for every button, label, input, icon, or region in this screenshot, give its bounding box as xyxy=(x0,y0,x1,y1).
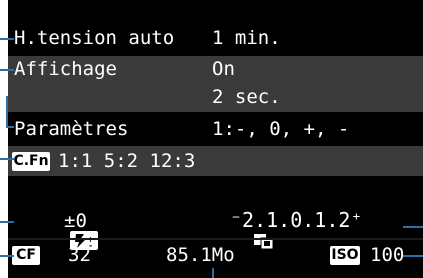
cfn-badge: C.Fn xyxy=(12,152,50,171)
display-label: Affichage xyxy=(14,58,117,80)
auto-power-off-label: H.tension auto xyxy=(14,27,175,49)
card-free-size: 85.1Mo xyxy=(166,244,235,266)
flash-comp-value: ±0 xyxy=(64,210,87,232)
iso-value: 100 xyxy=(370,244,405,266)
cf-card-badge: CF xyxy=(12,246,40,265)
aeb-icon xyxy=(194,212,274,250)
camera-lcd-screen: H.tension auto 1 min. Affichage On 2 sec… xyxy=(8,0,423,278)
leader-line-right-exposure xyxy=(403,226,423,228)
menu-row-display-time[interactable]: 2 sec. xyxy=(8,84,423,112)
status-row: CF 32 85.1Mo ISO 100 xyxy=(8,240,423,270)
leader-line-row7 xyxy=(0,255,14,257)
leader-line-row2 xyxy=(0,69,14,71)
leader-line-row1 xyxy=(0,38,14,40)
menu-row-display[interactable]: Affichage On xyxy=(8,56,423,84)
parameters-label: Paramètres xyxy=(14,118,129,140)
custom-functions-row[interactable]: C.Fn 1:1 5:2 12:3 xyxy=(8,146,423,176)
menu-row-auto-power-off[interactable]: H.tension auto 1 min. xyxy=(8,24,423,54)
leader-line-vertical xyxy=(6,96,8,126)
exposure-scale: ⁻2.1.0.1.2⁺ xyxy=(230,208,363,232)
leader-line-right-iso xyxy=(403,255,423,257)
exposure-row: + - ±0 ⁻2.1.0.1.2⁺ xyxy=(8,206,423,250)
leader-line-row6 xyxy=(0,221,14,223)
leader-line-bottom-size xyxy=(212,268,214,278)
shots-remaining: 32 xyxy=(68,244,91,266)
flash-comp-icon: + - xyxy=(12,212,98,250)
cfn-values: 1:1 5:2 12:3 xyxy=(58,150,196,172)
auto-power-off-value: 1 min. xyxy=(212,27,281,49)
parameters-value: 1:-, 0, +, - xyxy=(212,118,350,140)
iso-badge: ISO xyxy=(330,246,360,265)
menu-row-parameters[interactable]: Paramètres 1:-, 0, +, - xyxy=(8,114,423,144)
display-value-time: 2 sec. xyxy=(212,86,281,108)
display-value-on: On xyxy=(212,58,235,80)
leader-line-row4 xyxy=(6,126,14,128)
leader-line-row5 xyxy=(0,158,14,160)
